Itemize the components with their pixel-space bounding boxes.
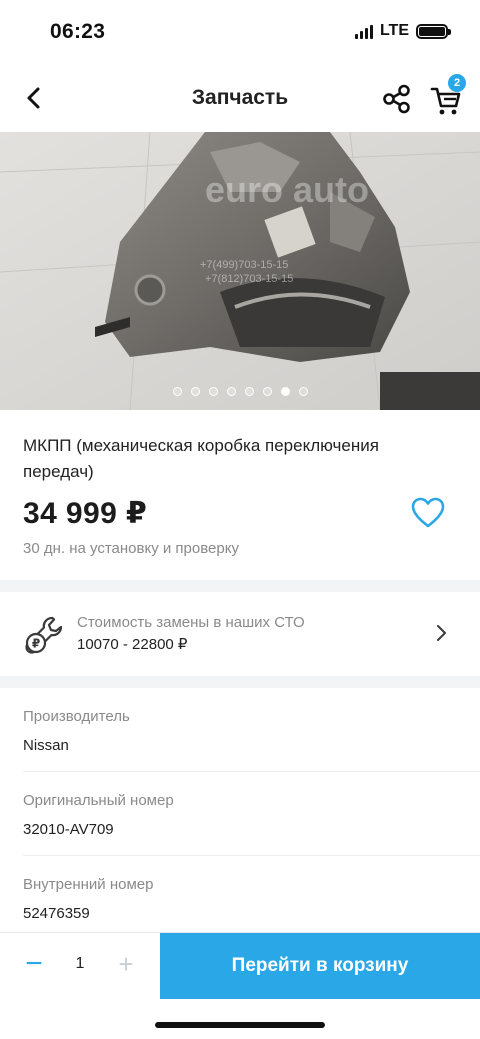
product-price: 34 999 ₽ xyxy=(23,497,148,530)
watermark-phone-1: +7(499)703-15-15 xyxy=(200,259,288,271)
svg-text:₽: ₽ xyxy=(32,637,40,651)
install-guarantee-note: 30 дн. на установку и проверку xyxy=(23,540,239,557)
spec-internal-number: Внутренний номер 52476359 xyxy=(0,856,480,940)
battery-icon xyxy=(416,23,451,39)
home-indicator[interactable] xyxy=(155,1022,325,1028)
heart-icon xyxy=(411,497,445,528)
service-cost-row[interactable]: ₽ Стоимость замены в наших СТО 10070 - 2… xyxy=(0,592,480,676)
gallery-dot[interactable] xyxy=(280,387,290,396)
watermark-brand: euro auto xyxy=(205,169,369,210)
service-cost-value: 10070 - 22800 ₽ xyxy=(77,636,188,653)
section-divider xyxy=(0,676,480,688)
cart-count-badge: 2 xyxy=(448,74,466,92)
cellular-signal-icon xyxy=(354,23,373,39)
gallery-dot[interactable] xyxy=(244,387,254,396)
spec-value: 52476359 xyxy=(23,905,90,922)
share-button[interactable] xyxy=(380,82,414,116)
go-to-cart-button[interactable]: Перейти в корзину xyxy=(160,933,480,999)
cart-button[interactable]: 2 xyxy=(428,74,468,116)
spec-label: Оригинальный номер xyxy=(23,792,174,809)
quantity-increase-button[interactable]: + xyxy=(110,949,142,981)
gallery-pagination[interactable] xyxy=(0,387,480,396)
service-cost-label: Стоимость замены в наших СТО xyxy=(77,614,305,631)
wrench-ruble-icon: ₽ xyxy=(25,616,63,654)
network-type: LTE xyxy=(379,22,409,39)
purchase-bar: − 1 + Перейти в корзину xyxy=(0,932,480,999)
share-icon xyxy=(383,84,410,114)
gallery-dot[interactable] xyxy=(298,387,308,396)
spec-label: Производитель xyxy=(23,708,130,725)
gallery-dot[interactable] xyxy=(262,387,272,396)
status-indicators: LTE xyxy=(354,22,451,40)
spec-value: 32010-AV709 xyxy=(23,821,114,838)
nav-bar: Запчасть 2 xyxy=(0,64,480,132)
product-photo: euro auto +7(499)703-15-15 +7(812)703-15… xyxy=(0,132,480,410)
spec-label: Внутренний номер xyxy=(23,876,154,893)
section-divider xyxy=(0,580,480,592)
spec-original-number: Оригинальный номер 32010-AV709 xyxy=(0,772,480,856)
gallery-dot[interactable] xyxy=(172,387,182,396)
chevron-right-icon xyxy=(437,625,446,641)
gallery-dot[interactable] xyxy=(190,387,200,396)
gallery-dot[interactable] xyxy=(226,387,236,396)
product-image-gallery[interactable]: euro auto +7(499)703-15-15 +7(812)703-15… xyxy=(0,132,480,410)
status-bar: 06:23 LTE xyxy=(0,0,480,64)
status-time: 06:23 xyxy=(50,20,106,43)
quantity-value: 1 xyxy=(75,955,85,972)
spec-value: Nissan xyxy=(23,737,69,754)
favorite-button[interactable] xyxy=(410,496,446,530)
gallery-dot[interactable] xyxy=(208,387,218,396)
product-title: МКПП (механическая коробка переключения … xyxy=(23,436,379,481)
quantity-decrease-button[interactable]: − xyxy=(18,949,50,981)
watermark-phone-2: +7(812)703-15-15 xyxy=(205,273,293,285)
spec-manufacturer: Производитель Nissan xyxy=(0,688,480,772)
